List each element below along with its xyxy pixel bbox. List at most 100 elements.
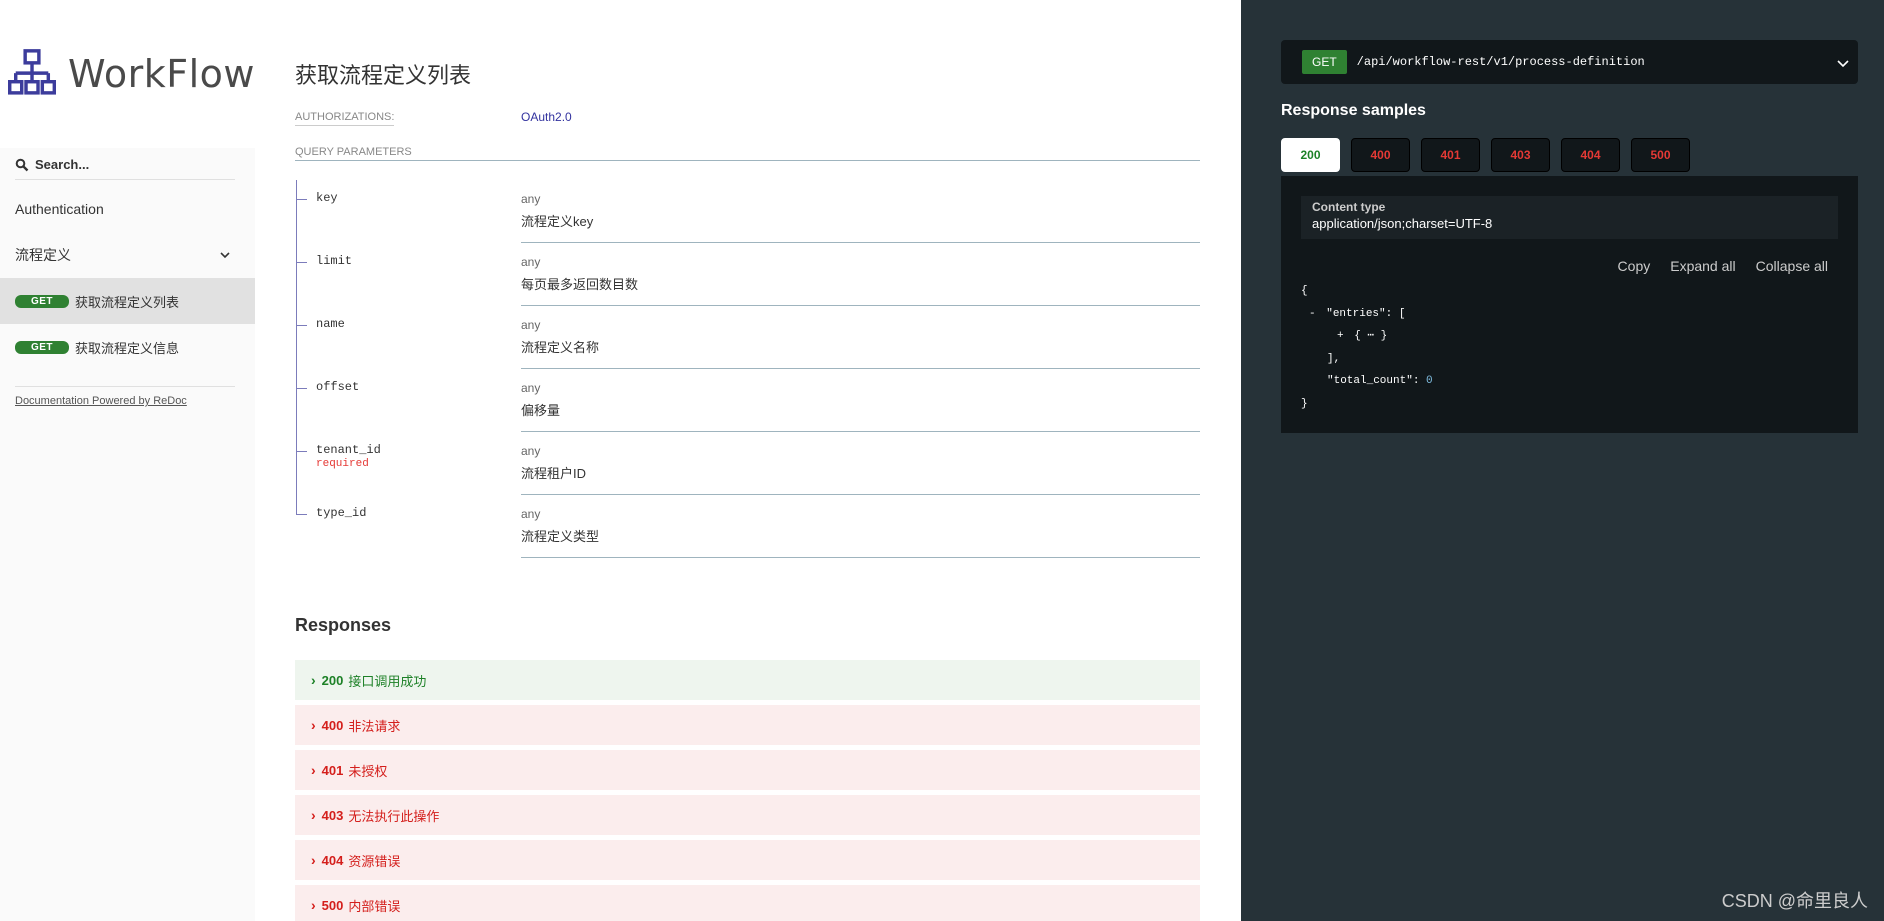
- tree-connector: [295, 432, 309, 495]
- sidebar-subitem-label: 获取流程定义信息: [75, 340, 180, 356]
- chevron-right-icon: ›: [311, 672, 316, 688]
- param-type: any: [521, 507, 541, 521]
- param-desc: 偏移量: [521, 403, 561, 418]
- page-title: 获取流程定义列表: [295, 63, 472, 88]
- param-name: offset: [316, 380, 360, 394]
- method-badge: GET: [15, 340, 69, 354]
- json-sample: { - "entries": [ + { ⋯ } ], "total_count…: [1301, 280, 1433, 415]
- param-name: type_id: [316, 506, 367, 520]
- query-params-header: QUERY PARAMETERS: [295, 146, 1200, 161]
- response-200[interactable]: › 200 接口调用成功: [295, 660, 1200, 700]
- sidebar-menu: Authentication 流程定义 GET 获取流程定义列表 GET 获取流…: [0, 186, 255, 370]
- param-desc: 每页最多返回数目数: [521, 277, 639, 292]
- json-controls: Copy Expand all Collapse all: [1598, 258, 1828, 274]
- response-403[interactable]: › 403 无法执行此操作: [295, 795, 1200, 835]
- sidebar-subitem-list[interactable]: GET 获取流程定义列表: [0, 278, 255, 324]
- tab-500[interactable]: 500: [1631, 138, 1690, 172]
- endpoint-toggle[interactable]: GET /api/workflow-rest/v1/process-defini…: [1281, 40, 1858, 84]
- expand-all-button[interactable]: Expand all: [1670, 258, 1735, 274]
- authorizations-label: AUTHORIZATIONS:: [295, 111, 395, 126]
- response-404[interactable]: › 404 资源错误: [295, 840, 1200, 880]
- param-row: limit any 每页最多返回数目数: [295, 243, 1200, 306]
- tab-404[interactable]: 404: [1561, 138, 1620, 172]
- param-name: tenant_id: [316, 443, 381, 457]
- responses-heading: Responses: [295, 615, 392, 635]
- sidebar: WorkFlow Authentication 流程定义 GET 获取流程定义列…: [0, 0, 255, 921]
- json-punct: ],: [1327, 352, 1341, 365]
- sample-box: Content type application/json;charset=UT…: [1281, 176, 1858, 433]
- chevron-right-icon: ›: [311, 807, 316, 823]
- authorizations-row: AUTHORIZATIONS: OAuth2.0: [295, 110, 1200, 129]
- param-required-flag: required: [316, 458, 369, 470]
- chevron-down-icon: [1837, 60, 1849, 68]
- param-type: any: [521, 444, 541, 458]
- tree-connector: [295, 180, 309, 243]
- response-tabs: 200 400 401 403 404 500: [1281, 138, 1701, 172]
- copy-button[interactable]: Copy: [1618, 258, 1651, 274]
- content-type-label: Content type: [1312, 200, 1386, 214]
- search-input[interactable]: [35, 157, 215, 172]
- params-list: key any 流程定义key limit any 每页最多返回数目数 name…: [295, 180, 1200, 558]
- samples-panel: GET /api/workflow-rest/v1/process-defini…: [1241, 0, 1884, 921]
- powered-by-link[interactable]: Documentation Powered by ReDoc: [15, 395, 187, 407]
- response-400[interactable]: › 400 非法请求: [295, 705, 1200, 745]
- tab-403[interactable]: 403: [1491, 138, 1550, 172]
- param-desc: 流程定义类型: [521, 529, 600, 544]
- content-type: Content type application/json;charset=UT…: [1301, 196, 1838, 239]
- tab-200[interactable]: 200: [1281, 138, 1340, 172]
- json-collapse-toggle[interactable]: -: [1309, 308, 1316, 320]
- param-name: key: [316, 191, 338, 205]
- tree-connector: [295, 306, 309, 369]
- param-desc: 流程定义key: [521, 214, 594, 229]
- sidebar-divider: [15, 386, 235, 387]
- content-type-value: application/json;charset=UTF-8: [1312, 216, 1493, 231]
- json-key: "total_count": [1327, 375, 1413, 387]
- response-401[interactable]: › 401 未授权: [295, 750, 1200, 790]
- chevron-down-icon: [220, 252, 230, 259]
- sidebar-subitem-info[interactable]: GET 获取流程定义信息: [0, 324, 255, 370]
- sidebar-item-label: 流程定义: [15, 247, 71, 263]
- json-key: "entries": [1326, 307, 1386, 320]
- json-brace: {: [1301, 285, 1308, 297]
- response-samples-title: Response samples: [1281, 102, 1426, 119]
- sidebar-item-label: Authentication: [15, 201, 104, 217]
- method-badge: GET: [15, 294, 69, 308]
- param-row: type_id any 流程定义类型: [295, 495, 1200, 558]
- search-box: [15, 150, 235, 180]
- json-brace: }: [1301, 397, 1308, 410]
- tab-400[interactable]: 400: [1351, 138, 1410, 172]
- response-code: 400: [321, 717, 344, 733]
- sidebar-subitem-label: 获取流程定义列表: [75, 294, 180, 310]
- org-chart-icon: [8, 49, 57, 95]
- response-desc: 内部错误: [348, 898, 401, 914]
- param-desc: 流程租户ID: [521, 466, 587, 481]
- authorizations-link[interactable]: OAuth2.0: [521, 110, 572, 124]
- response-code: 403: [321, 807, 344, 823]
- param-type: any: [521, 381, 541, 395]
- chevron-right-icon: ›: [311, 897, 316, 913]
- param-name: name: [316, 317, 345, 331]
- json-expand-toggle[interactable]: +: [1337, 330, 1344, 342]
- sidebar-item-authentication[interactable]: Authentication: [0, 186, 255, 232]
- chevron-right-icon: ›: [311, 762, 316, 778]
- sidebar-item-process-definition[interactable]: 流程定义: [0, 232, 255, 278]
- collapse-all-button[interactable]: Collapse all: [1756, 258, 1828, 274]
- tree-connector: [295, 369, 309, 432]
- param-row: key any 流程定义key: [295, 180, 1200, 243]
- response-code: 200: [321, 672, 344, 688]
- json-collapsed-object[interactable]: { ⋯ }: [1354, 330, 1387, 342]
- tab-401[interactable]: 401: [1421, 138, 1480, 172]
- response-code: 500: [321, 897, 344, 913]
- chevron-right-icon: ›: [311, 852, 316, 868]
- param-type: any: [521, 255, 541, 269]
- response-code: 401: [321, 762, 344, 778]
- json-punct: :: [1412, 375, 1420, 387]
- watermark: CSDN @命里良人: [1721, 891, 1868, 911]
- tree-connector: [295, 243, 309, 306]
- main-content: 获取流程定义列表 AUTHORIZATIONS: OAuth2.0 QUERY …: [255, 0, 1241, 921]
- json-number: 0: [1426, 375, 1433, 387]
- search-icon: [15, 158, 29, 171]
- logo[interactable]: WorkFlow: [0, 0, 255, 148]
- response-desc: 未授权: [348, 763, 388, 779]
- response-500[interactable]: › 500 内部错误: [295, 885, 1200, 921]
